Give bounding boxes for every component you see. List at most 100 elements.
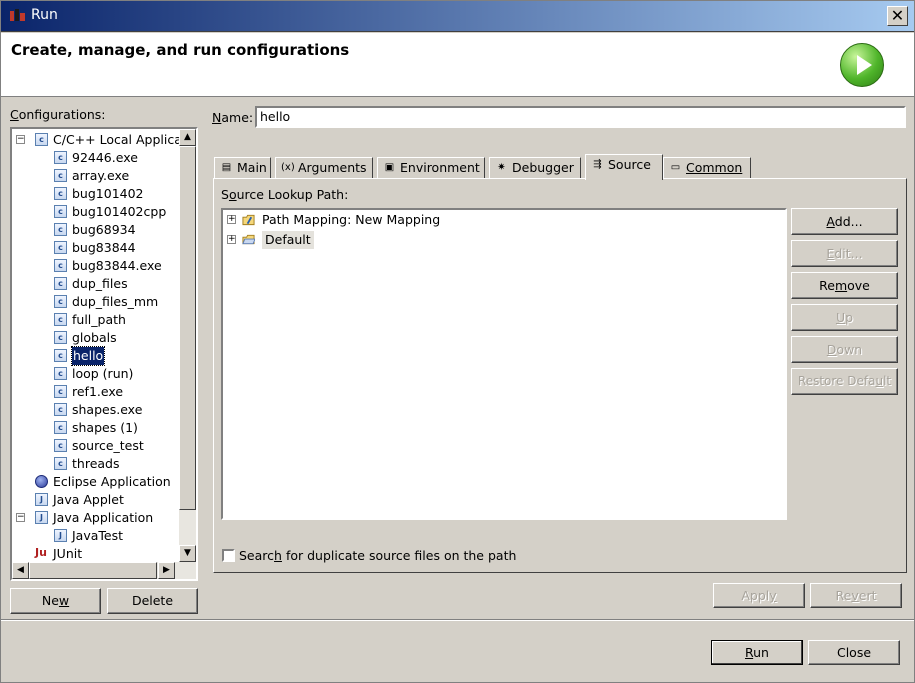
tree-vertical-scrollbar[interactable]: ▲ ▼ xyxy=(179,129,196,562)
eclipse-icon xyxy=(35,475,48,488)
c-app-icon: c xyxy=(35,133,48,146)
c-file-icon: c xyxy=(54,367,67,380)
tab-main[interactable]: ▤ Main xyxy=(214,157,271,179)
scroll-right-arrow[interactable]: ▶ xyxy=(158,562,175,579)
tab-label: Arguments xyxy=(298,160,367,175)
edit-button[interactable]: Edit... xyxy=(791,240,898,267)
c-file-icon: c xyxy=(54,313,67,326)
tree-item-label: dup_files_mm xyxy=(72,294,159,309)
c-file-icon: c xyxy=(54,349,67,362)
scroll-thumb[interactable] xyxy=(179,146,196,510)
remove-button[interactable]: Remove xyxy=(791,272,898,299)
delete-button[interactable]: Delete xyxy=(107,588,198,614)
revert-button[interactable]: Revert xyxy=(810,583,902,608)
c-file-icon: c xyxy=(54,295,67,308)
dialog-header: Create, manage, and run configurations xyxy=(1,33,914,97)
c-file-icon: c xyxy=(54,169,67,182)
c-file-icon: c xyxy=(54,277,67,290)
run-button[interactable]: Run xyxy=(711,640,803,665)
expand-icon[interactable]: + xyxy=(227,235,236,244)
title-bar[interactable]: Run ✕ xyxy=(1,1,914,32)
c-file-icon: c xyxy=(54,439,67,452)
tree-item-label: array.exe xyxy=(72,168,130,183)
tree-horizontal-scrollbar[interactable]: ◀ ▶ xyxy=(12,562,196,579)
restore-default-button[interactable]: Restore Default xyxy=(791,368,898,395)
tab-label: Debugger xyxy=(512,160,574,175)
scroll-left-arrow[interactable]: ◀ xyxy=(12,562,29,579)
tab-label: Environment xyxy=(400,160,480,175)
main-icon: ▤ xyxy=(221,162,232,173)
c-file-icon: c xyxy=(54,205,67,218)
scroll-up-arrow[interactable]: ▲ xyxy=(179,129,196,146)
hscroll-thumb[interactable] xyxy=(29,562,157,579)
tab-label: Common xyxy=(686,160,743,175)
source-lookup-path-label: Source Lookup Path: xyxy=(221,187,349,202)
tab-arguments[interactable]: (x) Arguments xyxy=(275,157,373,179)
search-duplicates-label[interactable]: Search for duplicate source files on the… xyxy=(239,548,516,563)
c-file-icon: c xyxy=(54,187,67,200)
tab-common[interactable]: ▭ Common xyxy=(663,157,751,179)
scroll-down-arrow[interactable]: ▼ xyxy=(179,545,196,562)
tab-source[interactable]: ⇶ Source xyxy=(585,154,663,180)
down-button[interactable]: Down xyxy=(791,336,898,363)
search-duplicates-checkbox[interactable] xyxy=(222,549,235,562)
path-mapping-icon xyxy=(242,214,255,226)
c-file-icon: c xyxy=(54,403,67,416)
footer-separator xyxy=(1,619,914,621)
tree-item-label: ref1.exe xyxy=(72,384,124,399)
header-title: Create, manage, and run configurations xyxy=(11,41,350,59)
java-applet-icon: J xyxy=(35,493,48,506)
tree-item-label: globals xyxy=(72,330,117,345)
collapse-icon[interactable]: − xyxy=(16,135,25,144)
c-file-icon: c xyxy=(54,259,67,272)
tab-label: Source xyxy=(608,157,651,172)
c-file-icon: c xyxy=(54,241,67,254)
java-file-icon: J xyxy=(54,529,67,542)
junit-icon: Ju xyxy=(35,546,47,559)
run-dialog: Run ✕ Create, manage, and run configurat… xyxy=(0,0,915,683)
name-label: Name: xyxy=(212,110,254,125)
run-app-icon xyxy=(10,9,25,21)
tree-item-label: threads xyxy=(72,456,120,471)
tree-item-label: loop (run) xyxy=(72,366,134,381)
tree-item-label: hello xyxy=(70,346,106,366)
run-icon xyxy=(840,43,884,87)
folder-icon xyxy=(242,234,255,245)
configurations-label: Configurations: xyxy=(10,107,106,122)
tree-item-label: dup_files xyxy=(72,276,128,291)
new-button[interactable]: New xyxy=(10,588,101,614)
tree-item-label: bug101402cpp xyxy=(72,204,167,219)
close-window-button[interactable]: ✕ xyxy=(887,6,908,26)
source-icon: ⇶ xyxy=(593,159,602,170)
tree-item-label: full_path xyxy=(72,312,126,327)
java-application-icon: J xyxy=(35,511,48,524)
common-icon: ▭ xyxy=(670,162,681,173)
tab-environment[interactable]: ▣ Environment xyxy=(377,157,485,179)
environment-icon: ▣ xyxy=(384,162,395,173)
c-file-icon: c xyxy=(54,331,67,344)
tree-group-cpp[interactable]: − c C/C++ Local Applicatic xyxy=(14,131,196,149)
close-button[interactable]: Close xyxy=(808,640,900,665)
expand-icon[interactable]: + xyxy=(227,215,236,224)
up-button[interactable]: Up xyxy=(791,304,898,331)
tree-item-label: bug83844.exe xyxy=(72,258,162,273)
tree-item-label: bug101402 xyxy=(72,186,144,201)
c-file-icon: c xyxy=(54,421,67,434)
add-button[interactable]: Add... xyxy=(791,208,898,235)
tree-item-label: shapes.exe xyxy=(72,402,143,417)
tree-item-label: shapes (1) xyxy=(72,420,138,435)
apply-button[interactable]: Apply xyxy=(713,583,805,608)
tree-item-label: bug83844 xyxy=(72,240,136,255)
collapse-icon[interactable]: − xyxy=(16,513,25,522)
source-lookup-tree[interactable]: + Path Mapping: New Mapping + Default xyxy=(221,208,787,520)
configurations-tree[interactable]: − c C/C++ Local Applicatic c 92446.exe c ar… xyxy=(10,127,198,581)
debugger-icon: ✷ xyxy=(497,162,506,173)
name-input[interactable]: hello xyxy=(255,106,906,128)
tree-item-label: source_test xyxy=(72,438,144,453)
c-file-icon: c xyxy=(54,385,67,398)
tab-debugger[interactable]: ✷ Debugger xyxy=(489,157,581,179)
c-file-icon: c xyxy=(54,223,67,236)
tab-label: Main xyxy=(237,160,267,175)
c-file-icon: c xyxy=(54,151,67,164)
arguments-icon: (x) xyxy=(281,162,295,173)
